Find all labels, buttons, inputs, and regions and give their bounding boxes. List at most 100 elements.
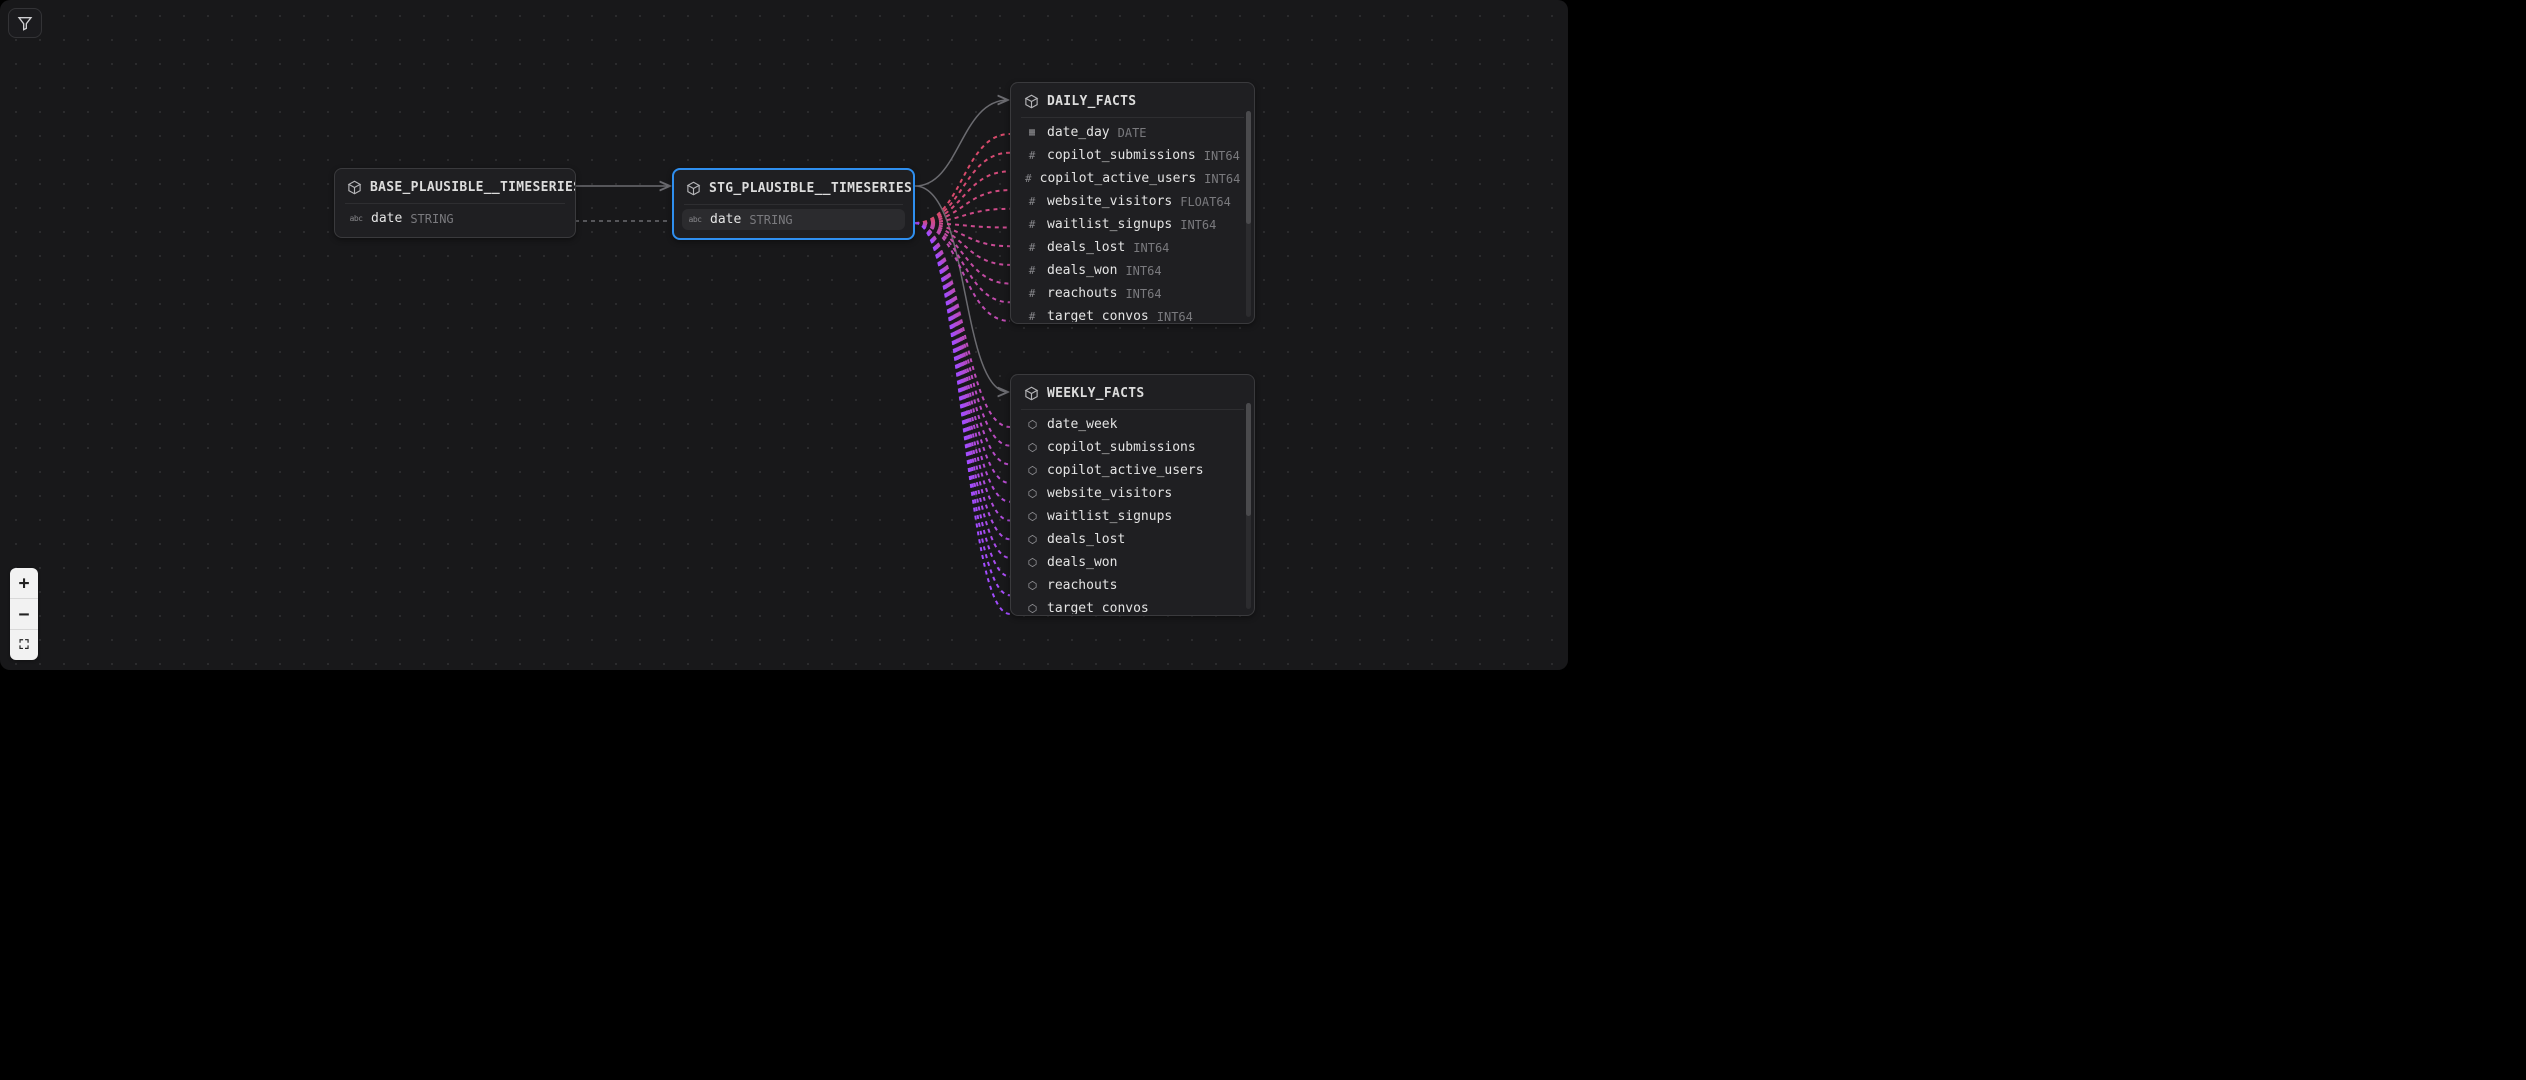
generic-type-icon — [1025, 419, 1039, 430]
number-type-icon — [1025, 241, 1039, 254]
column-row[interactable]: website_visitors — [1019, 483, 1246, 504]
number-type-icon — [1025, 149, 1039, 162]
column-row[interactable]: copilot_active_users — [1019, 460, 1246, 481]
model-icon — [347, 179, 362, 195]
node-divider — [345, 203, 565, 204]
column-type: STRING — [410, 212, 453, 226]
column-row[interactable]: waitlist_signups — [1019, 506, 1246, 527]
column-name: website_visitors — [1047, 194, 1172, 209]
column-row[interactable]: date STRING — [682, 209, 905, 230]
column-row[interactable]: copilot_submissions — [1019, 437, 1246, 458]
model-icon — [1023, 385, 1039, 401]
column-name: deals_lost — [1047, 532, 1125, 547]
edge-stg-to-daily — [915, 100, 1008, 186]
column-row[interactable]: copilot_submissions INT64 — [1019, 145, 1246, 166]
column-row[interactable]: deals_won INT64 — [1019, 260, 1246, 281]
model-icon — [1023, 93, 1039, 109]
column-name: reachouts — [1047, 578, 1117, 593]
lineage-edge — [915, 223, 1010, 228]
column-row[interactable]: deals_lost INT64 — [1019, 237, 1246, 258]
number-type-icon — [1025, 264, 1039, 277]
column-type: INT64 — [1125, 264, 1161, 278]
string-type-icon — [349, 214, 363, 223]
column-type: INT64 — [1125, 287, 1161, 301]
lineage-edge — [915, 223, 1010, 302]
generic-type-icon — [1025, 580, 1039, 591]
number-type-icon — [1025, 310, 1039, 322]
node-header: BASE_PLAUSIBLE__TIMESERIES — [335, 169, 575, 203]
lineage-fan-weekly — [915, 223, 1010, 614]
lineage-edge — [915, 223, 1010, 284]
column-row[interactable]: deals_won — [1019, 552, 1246, 573]
column-row[interactable]: date_week — [1019, 414, 1246, 435]
lineage-edge — [915, 209, 1010, 223]
node-stg-plausible-timeseries[interactable]: STG_PLAUSIBLE__TIMESERIES date STRING — [672, 168, 915, 240]
column-row[interactable]: waitlist_signups INT64 — [1019, 214, 1246, 235]
column-type: INT64 — [1180, 218, 1216, 232]
node-columns: date STRING — [335, 208, 575, 237]
column-type: INT64 — [1204, 149, 1240, 163]
column-row[interactable]: date_dayDATE — [1019, 122, 1246, 143]
generic-type-icon — [1025, 603, 1039, 614]
generic-type-icon — [1025, 465, 1039, 476]
node-header: DAILY_FACTS — [1011, 83, 1254, 117]
column-row[interactable]: reachouts — [1019, 575, 1246, 596]
scrollbar[interactable] — [1246, 111, 1251, 317]
node-daily-facts[interactable]: DAILY_FACTS date_dayDATEcopilot_submissi… — [1010, 82, 1255, 324]
node-weekly-facts[interactable]: WEEKLY_FACTS date_weekcopilot_submission… — [1010, 374, 1255, 616]
column-name: target_convos — [1047, 309, 1149, 322]
zoom-out-button[interactable]: − — [10, 599, 38, 630]
lineage-canvas[interactable]: BASE_PLAUSIBLE__TIMESERIES date STRING S… — [0, 0, 1568, 670]
node-divider — [684, 204, 903, 205]
lineage-edge — [915, 223, 1010, 577]
scrollbar-thumb[interactable] — [1246, 403, 1251, 516]
column-name: deals_won — [1047, 263, 1117, 278]
column-type: FLOAT64 — [1180, 195, 1231, 209]
node-base-plausible-timeseries[interactable]: BASE_PLAUSIBLE__TIMESERIES date STRING — [334, 168, 576, 238]
column-name: deals_lost — [1047, 240, 1125, 255]
column-row[interactable]: copilot_active_users INT64 — [1019, 168, 1246, 189]
lineage-edge — [915, 223, 1010, 427]
column-row[interactable]: reachouts INT64 — [1019, 283, 1246, 304]
lineage-edge — [915, 223, 1010, 265]
lineage-edge — [915, 223, 1010, 539]
filter-icon — [17, 15, 33, 31]
edges-layer — [0, 0, 1568, 670]
node-columns: date STRING — [674, 209, 913, 238]
date-type-icon — [1025, 127, 1039, 138]
node-title: DAILY_FACTS — [1047, 94, 1136, 109]
column-row[interactable]: website_visitors FLOAT64 — [1019, 191, 1246, 212]
lineage-edge — [915, 223, 1010, 614]
node-title: BASE_PLAUSIBLE__TIMESERIES — [370, 180, 576, 195]
column-name: copilot_active_users — [1047, 463, 1204, 478]
column-row[interactable]: deals_lost — [1019, 529, 1246, 550]
lineage-edge — [915, 223, 1010, 502]
lineage-edge — [915, 223, 1010, 558]
column-type: DATE — [1118, 126, 1147, 140]
lineage-edge — [915, 153, 1010, 223]
column-row[interactable]: target_convos — [1019, 598, 1246, 614]
column-row[interactable]: target_convosINT64 — [1019, 306, 1246, 322]
column-name: date_week — [1047, 417, 1117, 432]
node-divider — [1021, 409, 1244, 410]
column-name: reachouts — [1047, 286, 1117, 301]
column-row[interactable]: date STRING — [343, 208, 567, 229]
zoom-in-button[interactable]: + — [10, 568, 38, 599]
column-name: copilot_submissions — [1047, 148, 1196, 163]
number-type-icon — [1025, 172, 1032, 185]
column-name: date — [371, 211, 402, 226]
column-name: copilot_active_users — [1040, 171, 1197, 186]
column-name: date — [710, 212, 741, 227]
scrollbar-thumb[interactable] — [1246, 111, 1251, 224]
lineage-edge — [915, 134, 1010, 223]
scrollbar[interactable] — [1246, 403, 1251, 609]
filter-button[interactable] — [8, 8, 42, 38]
column-type: INT64 — [1204, 172, 1240, 186]
column-type: INT64 — [1133, 241, 1169, 255]
generic-type-icon — [1025, 488, 1039, 499]
string-type-icon — [688, 215, 702, 224]
model-icon — [686, 180, 701, 196]
generic-type-icon — [1025, 557, 1039, 568]
zoom-fit-button[interactable]: ⛶ — [10, 630, 38, 660]
column-name: waitlist_signups — [1047, 217, 1172, 232]
